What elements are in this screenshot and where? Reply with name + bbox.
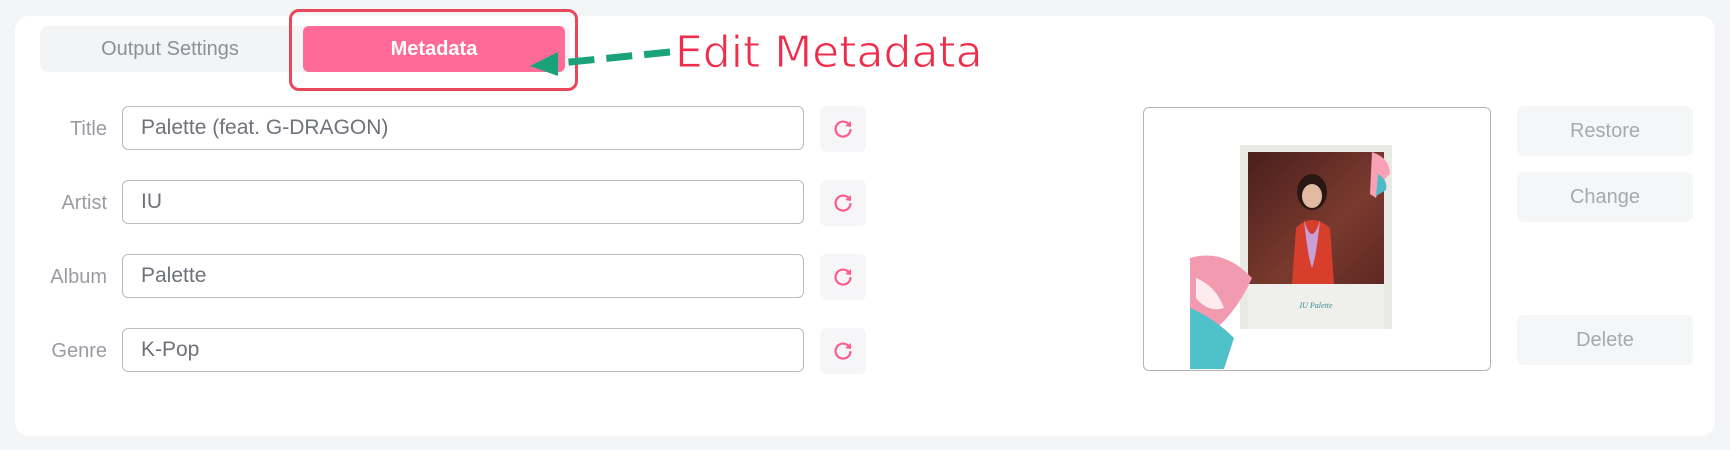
title-reset-button[interactable] — [820, 106, 866, 152]
change-button[interactable]: Change — [1517, 172, 1693, 222]
tab-output-settings[interactable]: Output Settings — [40, 26, 300, 72]
refresh-icon — [834, 342, 852, 360]
genre-label: Genre — [51, 340, 107, 362]
album-field[interactable]: Palette — [122, 254, 804, 298]
cover-art-frame: IU Palette — [1143, 107, 1491, 371]
refresh-icon — [834, 194, 852, 212]
arrow-left-icon — [530, 48, 671, 76]
artist-label: Artist — [61, 192, 107, 214]
delete-button[interactable]: Delete — [1517, 315, 1693, 365]
album-reset-button[interactable] — [820, 254, 866, 300]
artist-field[interactable]: IU — [122, 180, 804, 224]
title-label: Title — [69, 118, 107, 140]
cover-caption: IU Palette — [1298, 301, 1333, 310]
refresh-icon — [834, 120, 852, 138]
album-label: Album — [50, 266, 107, 288]
refresh-icon — [834, 268, 852, 286]
album-cover-image: IU Palette — [1190, 145, 1392, 369]
title-field[interactable]: Palette (feat. G-DRAGON) — [122, 106, 804, 150]
artist-reset-button[interactable] — [820, 180, 866, 226]
restore-button[interactable]: Restore — [1517, 106, 1693, 156]
annotation-label: Edit Metadata — [675, 27, 984, 79]
tab-metadata[interactable]: Metadata — [303, 26, 565, 72]
settings-tab-bar: Output Settings Metadata — [40, 26, 570, 72]
genre-reset-button[interactable] — [820, 328, 866, 374]
genre-field[interactable]: K-Pop — [122, 328, 804, 372]
